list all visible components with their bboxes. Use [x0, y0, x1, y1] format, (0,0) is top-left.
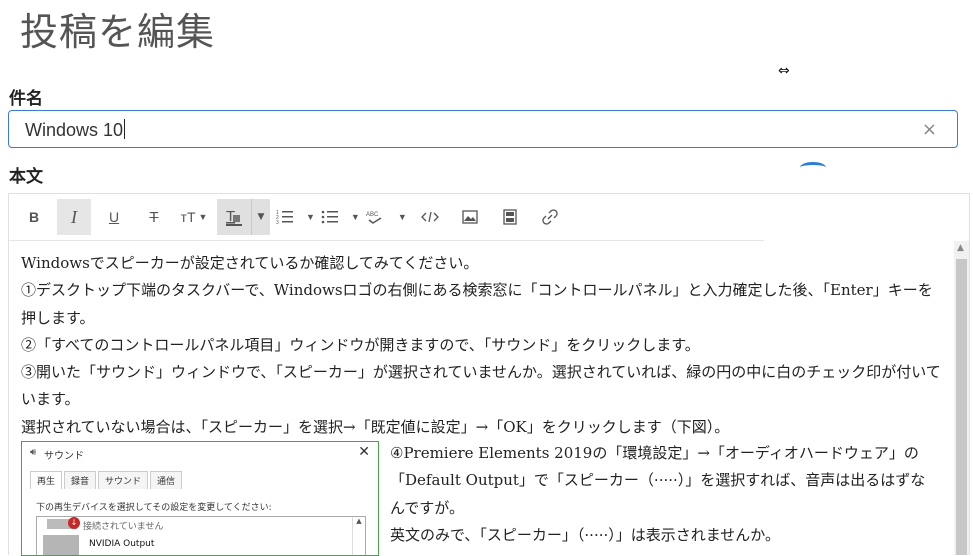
dialog-titlebar: 🔊︎ サウンド ✕ [22, 442, 378, 464]
close-icon: ✕ [358, 444, 370, 460]
underline-button[interactable]: U [97, 199, 131, 235]
image-icon [462, 210, 478, 224]
tab-sounds: サウンド [98, 471, 149, 489]
scroll-up-icon[interactable]: ▲ [957, 243, 964, 253]
loading-indicator [800, 162, 826, 173]
text-color-control: T ▼ [217, 199, 270, 235]
dialog-tabs: 再生 録音 サウンド 通信 [30, 471, 184, 489]
ordered-list-icon: 123 [276, 210, 293, 225]
editor-toolbar: B I U T тT ▼ T ▼ 1 2 3 ▼ ▼ ABC ▼ [9, 194, 764, 241]
embedded-sound-dialog-image: 🔊︎ サウンド ✕ 再生 録音 サウンド 通信 下の再生デバイスを選択してその設… [21, 441, 379, 556]
code-icon [420, 211, 439, 223]
scrollbar-thumb[interactable] [956, 259, 967, 555]
spellcheck-button[interactable]: ABC ▼ [366, 199, 407, 235]
spellcheck-icon: ABC [366, 212, 382, 224]
strikethrough-button[interactable]: T [137, 199, 171, 235]
device-name: NVIDIA Output [89, 539, 155, 549]
strikethrough-icon: T [149, 208, 159, 226]
dialog-description: 下の再生デバイスを選択してその設定を変更してください: [36, 503, 272, 513]
tab-communications: 通信 [150, 471, 183, 489]
device-list: ↓ 接続されていません NVIDIA Output ▲ [36, 516, 366, 555]
bullet-list-button[interactable]: ▼ [321, 199, 360, 235]
body-paragraph: 選択されていない場合は、「スピーカー」を選択→「既定値に設定」→「OK」をクリッ… [21, 417, 730, 436]
speaker-device-icon [43, 535, 79, 555]
tab-recording: 録音 [64, 471, 97, 489]
bullet-list-icon [321, 210, 338, 224]
body-paragraph: 英文のみで、「スピーカー」（·····）」は表示されませんか。 [390, 525, 780, 544]
rich-text-editor[interactable]: B I U T тT ▼ T ▼ 1 2 3 ▼ ▼ ABC ▼ Windows… [8, 193, 970, 556]
subject-value[interactable]: Windows 10 [25, 120, 123, 140]
clear-icon[interactable]: × [922, 119, 937, 140]
text-color-button[interactable]: T [217, 199, 251, 235]
body-paragraph: ③開いた「サウンド」ウィンドウで、「スピーカー」が選択されていませんか。選択され… [21, 363, 941, 409]
resize-cursor-icon: ⇔ [778, 63, 790, 79]
device-status: 接続されていません [83, 522, 164, 532]
body-label: 本文 [9, 167, 43, 187]
list-scrollbar: ▲ [352, 517, 365, 555]
body-paragraph: ①デスクトップ下端のタスクバーで、Windowsロゴの右側にある検索窓に「コント… [21, 281, 933, 327]
dialog-title: サウンド [44, 451, 84, 462]
link-icon [542, 209, 558, 225]
tab-playback: 再生 [30, 471, 63, 489]
editor-scrollbar[interactable]: ▲ [954, 241, 969, 555]
body-paragraph: ②「すべてのコントロールパネル項目」ウィンドウが開きますので、「サウンド」をクリ… [21, 335, 700, 354]
italic-icon: I [71, 206, 77, 227]
bold-button[interactable]: B [17, 199, 51, 235]
subject-input[interactable]: Windows 10 × [8, 110, 958, 148]
image-button[interactable] [453, 199, 487, 235]
editor-side-text: ④Premiere Elements 2019の「環境設定」→「オーディオハード… [390, 440, 935, 549]
font-size-icon: тT [180, 209, 196, 225]
video-button[interactable] [493, 199, 527, 235]
code-button[interactable] [413, 199, 447, 235]
body-paragraph: Windowsでスピーカーが設定されているか確認してみてください。 [21, 254, 479, 272]
ordered-list-button[interactable]: 1 2 3 ▼ [276, 199, 315, 235]
font-size-button[interactable]: тT ▼ [177, 199, 211, 235]
editor-content[interactable]: Windowsでスピーカーが設定されているか確認してみてください。 ①デスクトッ… [21, 250, 946, 441]
link-button[interactable] [533, 199, 567, 235]
body-paragraph: ④Premiere Elements 2019の「環境設定」→「オーディオハード… [390, 444, 926, 517]
subject-label: 件名 [9, 89, 43, 109]
svg-text:ABC: ABC [366, 212, 379, 218]
text-caret [124, 119, 126, 139]
underline-icon: U [108, 209, 120, 225]
video-icon [503, 209, 517, 225]
text-color-icon: T [226, 208, 242, 226]
disconnected-icon: ↓ [68, 517, 80, 529]
italic-button[interactable]: I [57, 199, 91, 235]
svg-text:3: 3 [276, 220, 279, 225]
text-color-dropdown[interactable]: ▼ [251, 199, 270, 235]
page-title: 投稿を編集 [20, 10, 216, 54]
bold-icon: B [28, 209, 40, 225]
speaker-icon: 🔊︎ [30, 447, 37, 458]
